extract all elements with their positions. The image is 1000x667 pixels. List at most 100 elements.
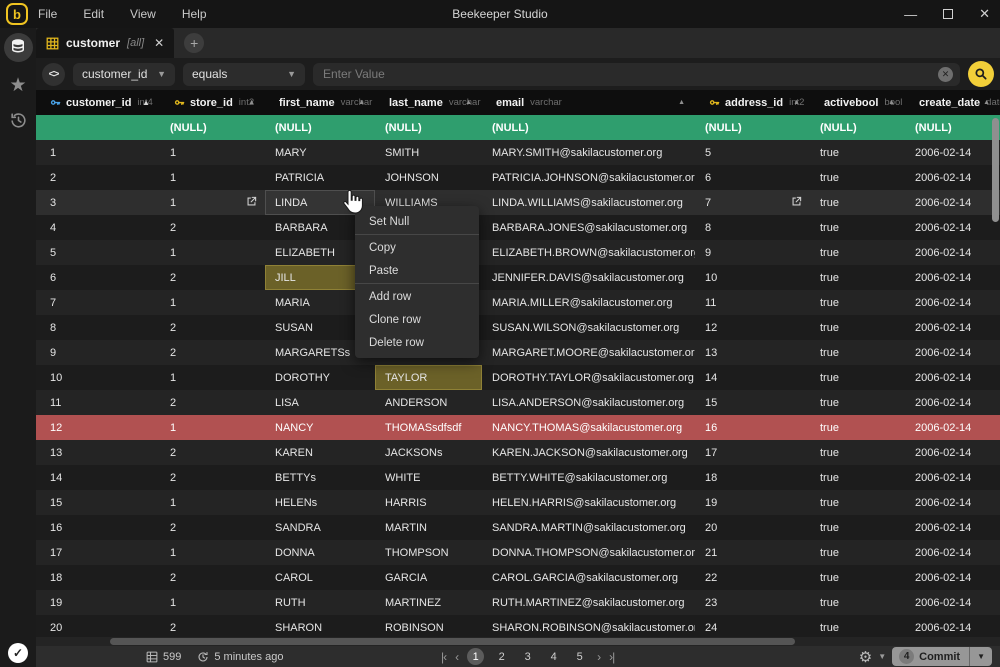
clear-filter-icon[interactable]: ✕ (938, 67, 953, 82)
close-button[interactable]: ✕ (979, 6, 990, 22)
cell-last_name[interactable]: JOHNSON (375, 165, 482, 190)
context-menu-item-delete-row[interactable]: Delete row (355, 331, 479, 354)
cell-email[interactable]: BETTY.WHITE@sakilacustomer.org (482, 465, 695, 490)
cell-address_id[interactable]: 16 (695, 415, 810, 440)
page-button-3[interactable]: 3 (519, 648, 536, 665)
new-row-cell-store_id[interactable]: (NULL) (160, 115, 265, 140)
cell-last_name[interactable]: ANDERSON (375, 390, 482, 415)
table-row[interactable]: 121NANCYTHOMASsdfsdfNANCY.THOMAS@sakilac… (36, 415, 1000, 440)
sql-toggle-button[interactable]: <> (42, 63, 65, 86)
cell-create_date[interactable]: 2006-02-14 (905, 465, 1000, 490)
cell-address_id[interactable]: 10 (695, 265, 810, 290)
cell-store_id[interactable]: 2 (160, 440, 265, 465)
cell-activebool[interactable]: true (810, 340, 905, 365)
cell-first_name[interactable]: MARY (265, 140, 375, 165)
cell-first_name[interactable]: BETTYs (265, 465, 375, 490)
cell-first_name[interactable]: DOROTHY (265, 365, 375, 390)
cell-store_id[interactable]: 2 (160, 340, 265, 365)
cell-first_name[interactable]: DONNA (265, 540, 375, 565)
cell-email[interactable]: JENNIFER.DAVIS@sakilacustomer.org (482, 265, 695, 290)
cell-store_id[interactable]: 1 (160, 540, 265, 565)
column-header-last_name[interactable]: last_name varchar ▲ (375, 90, 482, 115)
cell-first_name[interactable]: SANDRA (265, 515, 375, 540)
cell-email[interactable]: HELEN.HARRIS@sakilacustomer.org (482, 490, 695, 515)
sort-asc-icon[interactable]: ▲ (983, 99, 990, 106)
cell-email[interactable]: RUTH.MARTINEZ@sakilacustomer.org (482, 590, 695, 615)
cell-email[interactable]: LINDA.WILLIAMS@sakilacustomer.org (482, 190, 695, 215)
cell-create_date[interactable]: 2006-02-14 (905, 315, 1000, 340)
expand-cell-icon[interactable] (246, 196, 257, 207)
cell-email[interactable]: SANDRA.MARTIN@sakilacustomer.org (482, 515, 695, 540)
cell-store_id[interactable]: 2 (160, 465, 265, 490)
cell-email[interactable]: NANCY.THOMAS@sakilacustomer.org (482, 415, 695, 440)
cell-customer_id[interactable]: 18 (36, 565, 160, 590)
cell-first_name[interactable]: HELENs (265, 490, 375, 515)
cell-customer_id[interactable]: 4 (36, 215, 160, 240)
filter-operator-select[interactable]: equals ▼ (183, 63, 305, 86)
maximize-button[interactable] (943, 9, 953, 19)
table-row[interactable]: 11MARYSMITHMARY.SMITH@sakilacustomer.org… (36, 140, 1000, 165)
minimize-button[interactable]: — (904, 7, 917, 22)
cell-create_date[interactable]: 2006-02-14 (905, 190, 1000, 215)
filter-value-input[interactable]: Enter Value ✕ (313, 63, 960, 86)
cell-create_date[interactable]: 2006-02-14 (905, 390, 1000, 415)
cell-activebool[interactable]: true (810, 215, 905, 240)
table-row[interactable]: 101DOROTHYTAYLORDOROTHY.TAYLOR@sakilacus… (36, 365, 1000, 390)
cell-address_id[interactable]: 13 (695, 340, 810, 365)
cell-address_id[interactable]: 12 (695, 315, 810, 340)
expand-cell-icon[interactable] (791, 196, 802, 207)
sidebar-item-tables[interactable] (0, 28, 36, 66)
cell-store_id[interactable]: 2 (160, 515, 265, 540)
cell-activebool[interactable]: true (810, 390, 905, 415)
page-button-1[interactable]: 1 (467, 648, 484, 665)
cell-activebool[interactable]: true (810, 590, 905, 615)
cell-store_id[interactable]: 2 (160, 390, 265, 415)
vertical-scrollbar[interactable] (992, 118, 999, 222)
column-header-email[interactable]: email varchar ▲ (482, 90, 695, 115)
cell-address_id[interactable]: 5 (695, 140, 810, 165)
cell-customer_id[interactable]: 14 (36, 465, 160, 490)
cell-customer_id[interactable]: 3 (36, 190, 160, 215)
sidebar-item-favorites[interactable]: ★ (0, 66, 36, 104)
column-header-first_name[interactable]: first_name varchar ▲ (265, 90, 375, 115)
cell-create_date[interactable]: 2006-02-14 (905, 240, 1000, 265)
cell-customer_id[interactable]: 6 (36, 265, 160, 290)
cell-address_id[interactable]: 11 (695, 290, 810, 315)
cell-create_date[interactable]: 2006-02-14 (905, 415, 1000, 440)
column-header-create_date[interactable]: create_date date ▲ (905, 90, 1000, 115)
cell-store_id[interactable]: 2 (160, 265, 265, 290)
cell-activebool[interactable]: true (810, 290, 905, 315)
cell-customer_id[interactable]: 2 (36, 165, 160, 190)
cell-address_id[interactable]: 17 (695, 440, 810, 465)
sort-asc-icon[interactable]: ▲ (465, 99, 472, 106)
cell-customer_id[interactable]: 17 (36, 540, 160, 565)
table-row[interactable]: 151HELENsHARRISHELEN.HARRIS@sakilacustom… (36, 490, 1000, 515)
cell-email[interactable]: KAREN.JACKSON@sakilacustomer.org (482, 440, 695, 465)
cell-activebool[interactable]: true (810, 540, 905, 565)
last-updated[interactable]: 5 minutes ago (197, 651, 283, 663)
prev-page-button[interactable]: ‹ (455, 650, 458, 664)
cell-activebool[interactable]: true (810, 490, 905, 515)
cell-last_name[interactable]: HARRIS (375, 490, 482, 515)
cell-last_name[interactable]: THOMPSON (375, 540, 482, 565)
context-menu-item-paste[interactable]: Paste (355, 259, 479, 282)
cell-email[interactable]: DOROTHY.TAYLOR@sakilacustomer.org (482, 365, 695, 390)
menu-file[interactable]: File (38, 7, 57, 21)
context-menu-item-add-row[interactable]: Add row (355, 285, 479, 308)
cell-email[interactable]: MARIA.MILLER@sakilacustomer.org (482, 290, 695, 315)
new-row-cell-activebool[interactable]: (NULL) (810, 115, 905, 140)
table-row[interactable]: 42BARBARAJONESBARBARA.JONES@sakilacustom… (36, 215, 1000, 240)
sort-asc-icon[interactable]: ▲ (888, 99, 895, 106)
cell-customer_id[interactable]: 8 (36, 315, 160, 340)
cell-customer_id[interactable]: 10 (36, 365, 160, 390)
cell-activebool[interactable]: true (810, 565, 905, 590)
cell-create_date[interactable]: 2006-02-14 (905, 165, 1000, 190)
column-header-address_id[interactable]: address_id int2 ▲ (695, 90, 810, 115)
cell-create_date[interactable]: 2006-02-14 (905, 515, 1000, 540)
cell-address_id[interactable]: 18 (695, 465, 810, 490)
horizontal-scroll-thumb[interactable] (110, 638, 795, 645)
page-button-2[interactable]: 2 (493, 648, 510, 665)
cell-email[interactable]: SUSAN.WILSON@sakilacustomer.org (482, 315, 695, 340)
chevron-down-icon[interactable]: ▼ (878, 652, 886, 661)
sidebar-item-history[interactable] (0, 104, 36, 142)
